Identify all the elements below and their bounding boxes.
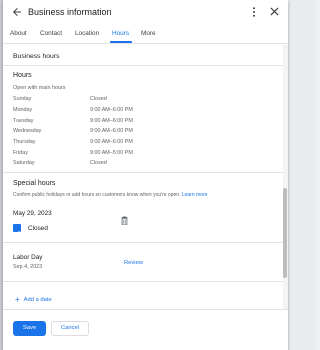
special-hours-date: May 29, 2023 — [13, 210, 52, 217]
day-label: Wednesday — [13, 128, 42, 134]
day-hours: Closed — [90, 160, 107, 166]
day-label: Thursday — [13, 139, 36, 145]
divider — [3, 65, 285, 66]
hours-status: Open with main hours — [13, 85, 66, 91]
tab-hours[interactable]: Hours — [112, 30, 129, 37]
day-hours: Closed — [90, 96, 107, 102]
tab-about[interactable]: About — [10, 30, 27, 37]
dialog-header: Business information — [3, 0, 288, 26]
day-label: Saturday — [13, 160, 35, 166]
divider — [3, 172, 285, 173]
active-tab-indicator — [110, 41, 132, 43]
day-label: Friday — [13, 150, 28, 156]
tab-contact[interactable]: Contact — [40, 30, 62, 37]
trash-icon[interactable] — [121, 216, 128, 225]
review-button[interactable]: Review — [124, 260, 143, 266]
holiday-name: Labor Day — [13, 254, 43, 261]
tab-more[interactable]: More — [141, 30, 156, 37]
tab-location[interactable]: Location — [75, 30, 99, 37]
business-hours-title: Business hours — [13, 53, 60, 60]
dialog-title: Business information — [28, 7, 112, 17]
add-date-button[interactable]: + Add a date — [15, 295, 52, 304]
special-hours-description: Confirm public holidays or add hours so … — [13, 192, 207, 198]
scrollbar-thumb[interactable] — [283, 188, 287, 278]
special-hours-description-text: Confirm public holidays or add hours so … — [13, 192, 181, 198]
save-button[interactable]: Save — [13, 321, 46, 336]
add-date-label: Add a date — [23, 297, 52, 303]
plus-icon: + — [15, 295, 20, 304]
day-hours: 9:00 AM–6:00 PM — [90, 107, 133, 113]
arrow-left-icon[interactable] — [11, 6, 23, 18]
day-hours: 9:00 AM–6:00 PM — [90, 118, 133, 124]
dialog-footer: Save Cancel — [3, 309, 288, 350]
divider — [3, 242, 285, 243]
day-hours: 9:00 AM–6:00 PM — [90, 139, 133, 145]
check-icon — [14, 231, 20, 236]
more-vert-icon[interactable] — [252, 7, 256, 17]
learn-more-link[interactable]: Learn more — [182, 192, 208, 198]
day-label: Monday — [13, 107, 33, 113]
business-information-dialog: Business information About Contact Locat… — [3, 0, 288, 350]
special-hours-heading: Special hours — [13, 180, 56, 187]
dialog-content: Business hours Hours Open with main hour… — [3, 45, 288, 309]
cancel-button[interactable]: Cancel — [51, 321, 89, 336]
close-icon[interactable] — [270, 7, 279, 16]
page-backdrop-right — [316, 0, 320, 350]
closed-checkbox[interactable] — [13, 224, 21, 236]
day-hours: 9:00 AM–5:00 PM — [90, 150, 133, 156]
closed-checkbox-label: Closed — [28, 225, 48, 232]
day-label: Sunday — [13, 96, 32, 102]
tab-bar: About Contact Location Hours More — [3, 26, 288, 44]
holiday-date: Sep 4, 2023 — [13, 264, 43, 270]
day-hours: 9:00 AM–6:00 PM — [90, 128, 133, 134]
divider — [3, 281, 285, 282]
hours-heading: Hours — [13, 72, 32, 79]
day-label: Tuesday — [13, 118, 34, 124]
